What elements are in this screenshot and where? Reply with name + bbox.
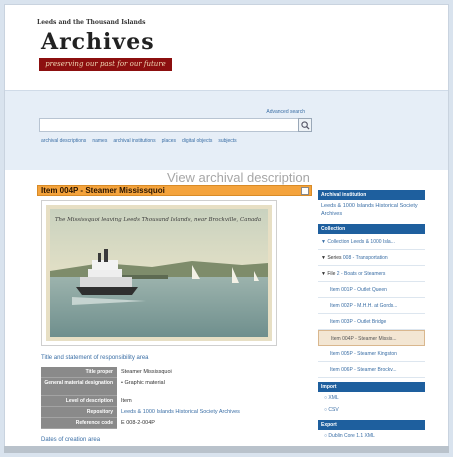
field-row-gmd: General material designation • Graphic m… [41,378,311,396]
tree-item-active[interactable]: Item 004P - Steamer Missis... [318,330,425,346]
field-label: Reference code [41,418,117,429]
repository-link[interactable]: Leeds & 1000 Islands Historical Society … [117,407,311,418]
org-name: Leeds and the Thousand Islands [37,19,146,26]
tree-label: 001P - Outlet Queen [341,287,387,293]
search-icon [300,120,310,130]
field-row-title-proper: Title proper Steamer Mississquoi [41,367,311,378]
site-header: Leeds and the Thousand Islands Archives … [5,5,448,90]
institution-link[interactable]: Leeds & 1000 Islands Historical Society … [318,200,425,220]
export-label: Dublin Core 1.1 XML [328,433,375,439]
horizontal-scrollbar[interactable] [4,446,449,453]
tree-prefix: Item [331,336,341,342]
field-value: • Graphic material [121,380,165,386]
field-label: General material designation [41,378,117,396]
tree-label: 003P - Outlet Bridge [341,319,387,325]
tree-prefix: ▼ Collection [321,239,350,245]
tree-label: 008 - Transportation [342,255,388,261]
digital-object-image[interactable]: The Mississquoi leaving Leeds Thousand I… [41,200,277,346]
export-dc-link[interactable]: ○ Dublin Core 1.1 XML [318,430,425,442]
sidebar-heading-collection: Collection [318,224,425,234]
field-label: Repository [41,407,117,418]
tree-label: 005P - Steamer Kingston [341,351,397,357]
item-title: Item 004P - Steamer Mississquoi [41,186,165,195]
advanced-search-link[interactable]: Advanced search [266,109,305,115]
section-dates[interactable]: Dates of creation area [41,437,100,443]
field-row-reference: Reference code E 008-2-004P [41,418,311,429]
import-label: XML [328,395,339,401]
nav-places[interactable]: places [162,138,176,144]
tree-item[interactable]: Item 005P - Steamer Kingston [318,346,425,362]
sidebar-heading-institution: Archival institution [318,190,425,200]
tree-prefix: Item [330,319,340,325]
tree-label: 002P - M.H.H. at Gords... [341,303,398,309]
steamer-photo: The Mississquoi leaving Leeds Thousand I… [46,205,272,341]
sidebar-heading-export: Export [318,420,425,430]
item-title-bar: Item 004P - Steamer Mississquoi [37,185,312,196]
import-label: CSV [328,407,339,413]
tree-prefix: ▼ Series [321,255,342,261]
tree-prefix: Item [330,287,340,293]
field-label: Title proper [41,367,117,378]
context-sidebar: Archival institution Leeds & 1000 Island… [318,186,425,442]
field-label: Level of description [41,396,117,407]
tree-prefix: Item [330,303,340,309]
nav-archival-descriptions[interactable]: archival descriptions [41,138,86,144]
field-value: Item [121,398,132,404]
browse-nav: archival descriptions names archival ins… [41,138,237,144]
tree-prefix: Item [330,367,340,373]
site-logo-title[interactable]: Archives [41,29,155,55]
import-csv-link[interactable]: ○ CSV [318,404,425,416]
treeview: ▼ Collection Leeds & 1000 Isla... ▼ Seri… [318,234,425,378]
nav-archival-institutions[interactable]: archival institutions [113,138,155,144]
search-input[interactable] [39,118,301,132]
field-value: Steamer Mississquoi [121,369,172,375]
field-value-text: Graphic material [124,380,165,386]
site-tagline: preserving our past for our future [39,58,172,71]
nav-digital-objects[interactable]: digital objects [182,138,212,144]
tree-label: 2 - Boats or Steamers [336,271,386,277]
field-row-level: Level of description Item [41,396,311,407]
field-row-repository: Repository Leeds & 1000 Islands Historic… [41,407,311,418]
section-title-statement[interactable]: Title and statement of responsibility ar… [41,355,149,361]
app-frame: Leeds and the Thousand Islands Archives … [4,4,449,453]
tree-file[interactable]: ▼ File 2 - Boats or Steamers [318,266,425,282]
tree-item[interactable]: Item 001P - Outlet Queen [318,282,425,298]
description-fields: Title proper Steamer Mississquoi General… [41,367,311,429]
tree-label: 004P - Steamer Missis... [342,336,397,342]
tree-prefix: Item [330,351,340,357]
tree-item[interactable]: Item 003P - Outlet Bridge [318,314,425,330]
search-button[interactable] [298,118,312,132]
tree-label: Leeds & 1000 Isla... [350,239,395,245]
page-title: View archival description [167,170,310,185]
sidebar-heading-import: Import [318,382,425,392]
nav-subjects[interactable]: subjects [218,138,236,144]
photo-caption: The Mississquoi leaving Leeds Thousand I… [55,217,261,223]
import-xml-link[interactable]: ○ XML [318,392,425,404]
tree-prefix: ▼ File [321,271,336,277]
tree-item[interactable]: Item 006P - Steamer Brockv... [318,362,425,378]
tree-collection[interactable]: ▼ Collection Leeds & 1000 Isla... [318,234,425,250]
nav-names[interactable]: names [92,138,107,144]
print-icon[interactable] [301,187,309,195]
tree-series[interactable]: ▼ Series 008 - Transportation [318,250,425,266]
field-value: E 008-2-004P [121,420,155,426]
tree-label: 006P - Steamer Brockv... [341,367,397,373]
tree-item[interactable]: Item 002P - M.H.H. at Gords... [318,298,425,314]
